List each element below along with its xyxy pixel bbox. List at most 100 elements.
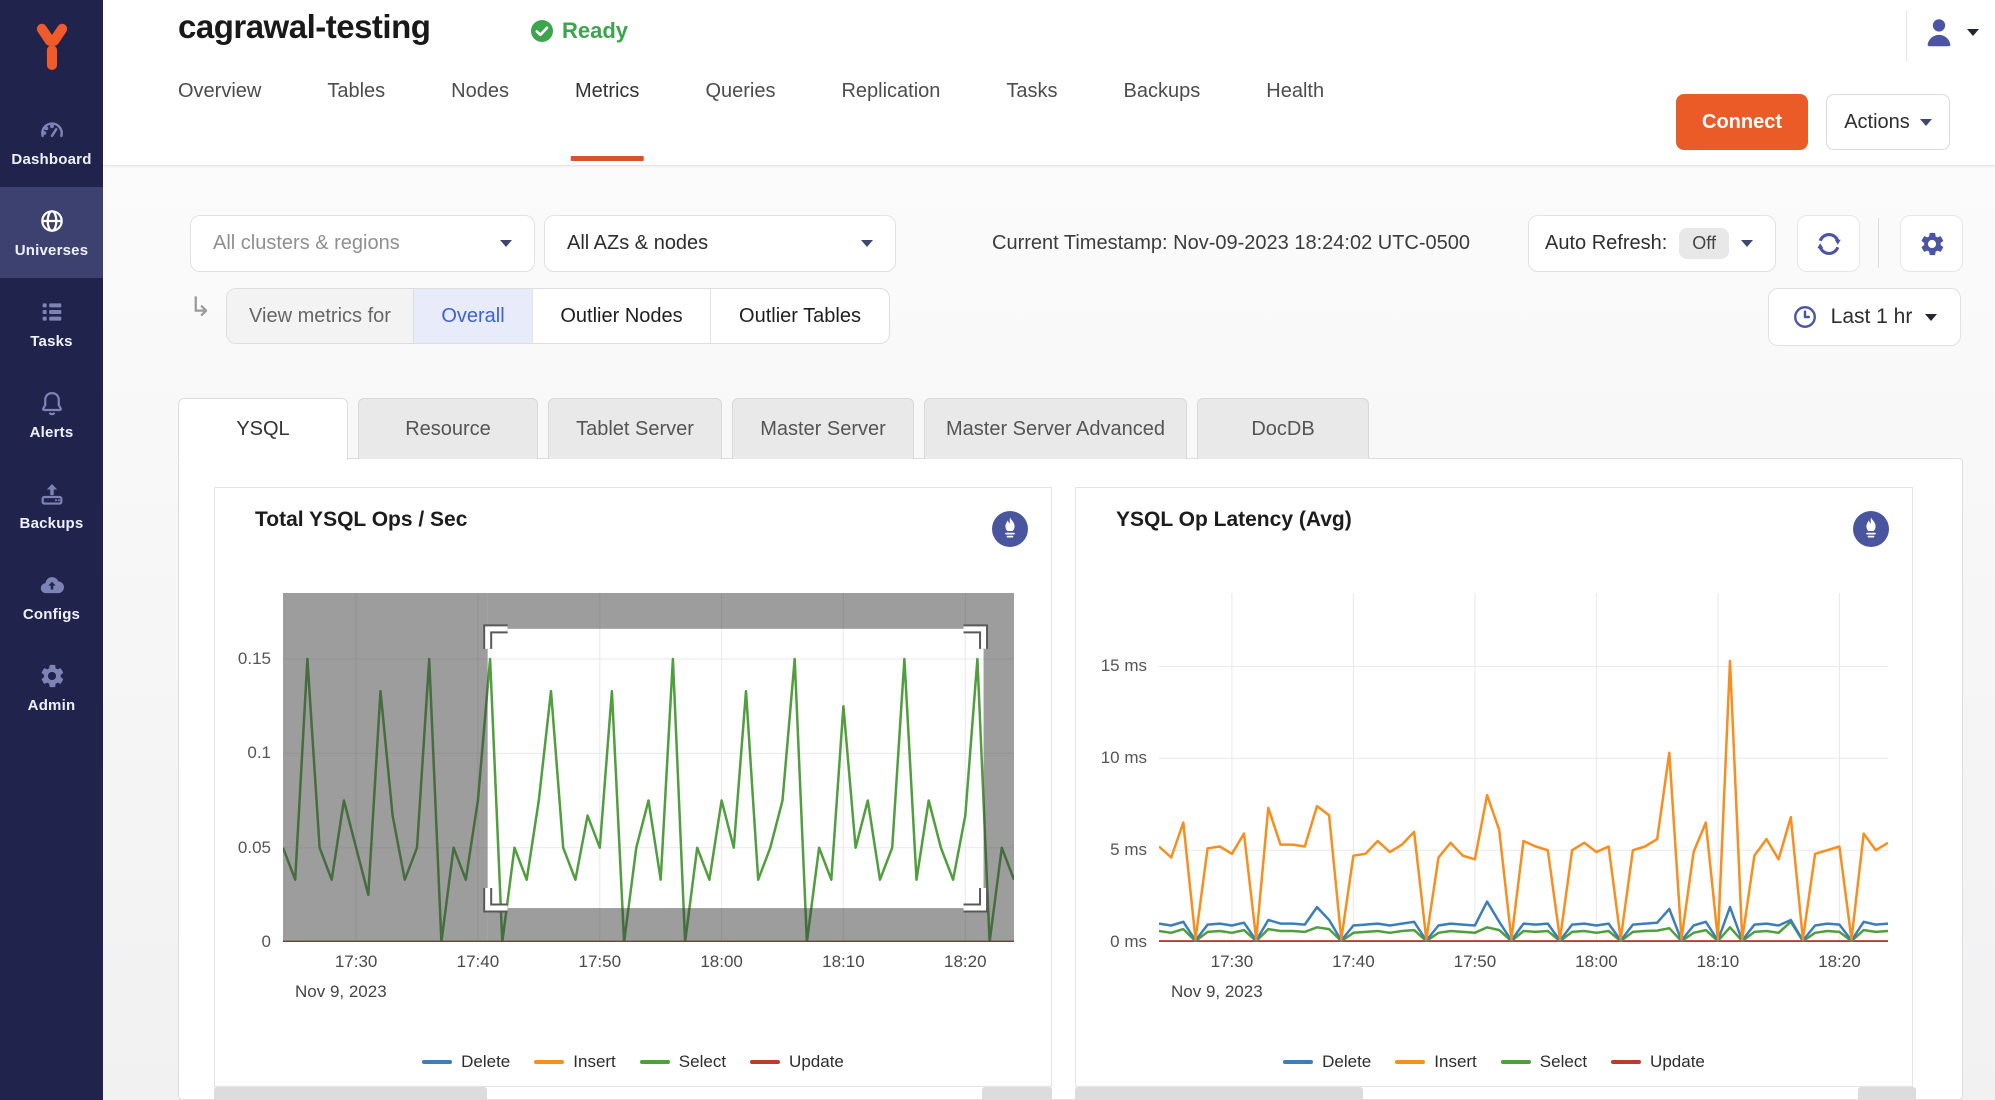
header: cagrawal-testing Ready Overview Tables N… <box>103 0 1995 166</box>
view-metrics-option-outlier-nodes[interactable]: Outlier Nodes <box>533 289 711 343</box>
legend-item-insert[interactable]: Insert <box>1395 1052 1477 1072</box>
x-axis-tick-label: 17:30 <box>1190 952 1274 972</box>
chart-card-total-ysql-ops: Total YSQL Ops / Sec 00.050.10.1517:3017… <box>214 487 1052 1087</box>
legend-swatch <box>1501 1060 1531 1064</box>
legend-label: Select <box>679 1052 726 1072</box>
legend-item-insert[interactable]: Insert <box>534 1052 616 1072</box>
sidebar-item-label: Universes <box>15 242 89 259</box>
prometheus-icon[interactable] <box>1852 510 1890 553</box>
connect-button[interactable]: Connect <box>1676 94 1808 150</box>
tab-tables[interactable]: Tables <box>327 80 385 103</box>
legend-label: Update <box>789 1052 844 1072</box>
legend-item-select[interactable]: Select <box>640 1052 726 1072</box>
settings-button[interactable] <box>1900 215 1963 272</box>
metrics-content: All clusters & regions All AZs & nodes C… <box>103 166 1995 1100</box>
admin-gear-icon <box>38 662 66 690</box>
legend-item-delete[interactable]: Delete <box>422 1052 510 1072</box>
app-root: Dashboard Universes Tasks <box>0 0 1995 1100</box>
view-metrics-option-overall[interactable]: Overall <box>414 289 533 343</box>
sidebar-item-configs[interactable]: Configs <box>0 551 103 642</box>
tasks-list-icon <box>38 298 66 326</box>
y-axis-tick-label: 0.05 <box>238 838 271 858</box>
legend-item-select[interactable]: Select <box>1501 1052 1587 1072</box>
yugabyte-logo[interactable] <box>0 0 103 96</box>
metric-tab-master-server[interactable]: Master Server <box>732 398 914 459</box>
legend-swatch <box>1395 1060 1425 1064</box>
tab-replication[interactable]: Replication <box>841 80 940 103</box>
current-timestamp: Current Timestamp: Nov-09-2023 18:24:02 … <box>992 215 1470 272</box>
refresh-icon <box>1814 229 1844 259</box>
chart-legend: Delete Insert Select Update <box>1076 1052 1912 1072</box>
refresh-button[interactable] <box>1797 215 1860 272</box>
legend-swatch <box>1611 1060 1641 1064</box>
clusters-regions-dropdown[interactable]: All clusters & regions <box>190 215 535 272</box>
user-menu[interactable] <box>1921 14 1979 50</box>
sidebar-item-tasks[interactable]: Tasks <box>0 278 103 369</box>
sidebar-item-admin[interactable]: Admin <box>0 642 103 733</box>
tab-metrics[interactable]: Metrics <box>575 80 639 103</box>
actions-button[interactable]: Actions <box>1826 94 1950 150</box>
sidebar-item-label: Backups <box>20 515 84 532</box>
chart-plot-area[interactable] <box>1159 593 1888 942</box>
status-text: Ready <box>562 18 628 44</box>
chevron-down-icon <box>1741 240 1753 247</box>
sidebar-item-alerts[interactable]: Alerts <box>0 369 103 460</box>
metric-tab-ysql[interactable]: YSQL <box>178 398 348 460</box>
x-axis-date-label: Nov 9, 2023 <box>295 982 387 1002</box>
status-badge: Ready <box>530 18 628 44</box>
sidebar-item-label: Configs <box>23 606 80 623</box>
legend-label: Delete <box>461 1052 510 1072</box>
tab-backups[interactable]: Backups <box>1124 80 1201 103</box>
yugabyte-logo-icon <box>25 21 79 75</box>
chart-card-ysql-op-latency: YSQL Op Latency (Avg) 0 ms5 ms10 ms15 ms… <box>1075 487 1913 1087</box>
tab-nodes[interactable]: Nodes <box>451 80 509 103</box>
sidebar-item-label: Alerts <box>30 424 74 441</box>
user-avatar-icon <box>1921 14 1957 50</box>
x-axis-tick-label: 18:00 <box>1554 952 1638 972</box>
sidebar-item-universes[interactable]: Universes <box>0 187 103 278</box>
universe-globe-icon <box>38 207 66 235</box>
sidebar-item-dashboard[interactable]: Dashboard <box>0 96 103 187</box>
legend-item-update[interactable]: Update <box>1611 1052 1705 1072</box>
legend-item-update[interactable]: Update <box>750 1052 844 1072</box>
page-title: cagrawal-testing <box>178 8 430 46</box>
metric-tab-docdb[interactable]: DocDB <box>1197 398 1369 459</box>
tab-tasks[interactable]: Tasks <box>1006 80 1057 103</box>
metric-tab-resource[interactable]: Resource <box>358 398 538 459</box>
y-axis-tick-label: 0.15 <box>238 649 271 669</box>
tab-queries[interactable]: Queries <box>705 80 775 103</box>
tab-overview[interactable]: Overview <box>178 80 261 103</box>
chevron-down-icon <box>1920 119 1932 126</box>
view-metrics-option-outlier-tables[interactable]: Outlier Tables <box>711 289 889 343</box>
configs-cloud-icon <box>38 571 66 599</box>
legend-label: Insert <box>1434 1052 1477 1072</box>
legend-item-delete[interactable]: Delete <box>1283 1052 1371 1072</box>
tab-health[interactable]: Health <box>1266 80 1324 103</box>
x-axis-tick-label: 18:20 <box>1797 952 1881 972</box>
legend-label: Select <box>1540 1052 1587 1072</box>
auto-refresh-label: Auto Refresh: <box>1545 232 1667 255</box>
sidebar-item-backups[interactable]: Backups <box>0 460 103 551</box>
view-metrics-label: View metrics for <box>227 289 414 343</box>
auto-refresh-dropdown[interactable]: Auto Refresh: Off <box>1528 215 1776 272</box>
metric-tab-master-server-advanced[interactable]: Master Server Advanced <box>924 398 1187 459</box>
x-axis-tick-label: 17:40 <box>436 952 520 972</box>
y-axis-tick-label: 10 ms <box>1101 748 1147 768</box>
chevron-down-icon <box>861 240 873 247</box>
time-range-dropdown[interactable]: Last 1 hr <box>1768 288 1961 346</box>
y-axis-tick-label: 5 ms <box>1110 840 1147 860</box>
auto-refresh-value: Off <box>1679 228 1729 259</box>
az-nodes-dropdown[interactable]: All AZs & nodes <box>544 215 896 272</box>
x-axis-tick-label: 18:20 <box>923 952 1007 972</box>
clusters-regions-value: All clusters & regions <box>213 232 400 255</box>
next-chart-strip <box>982 1087 1052 1100</box>
legend-swatch <box>422 1060 452 1064</box>
az-nodes-value: All AZs & nodes <box>567 232 708 255</box>
x-axis-tick-label: 17:50 <box>1433 952 1517 972</box>
y-axis-tick-label: 0.1 <box>247 743 271 763</box>
chart-plot-area[interactable] <box>283 593 1014 942</box>
metric-tab-tablet-server[interactable]: Tablet Server <box>548 398 722 459</box>
prometheus-icon[interactable] <box>991 510 1029 553</box>
chevron-down-icon <box>1967 29 1979 36</box>
y-axis-tick-label: 0 ms <box>1110 932 1147 952</box>
